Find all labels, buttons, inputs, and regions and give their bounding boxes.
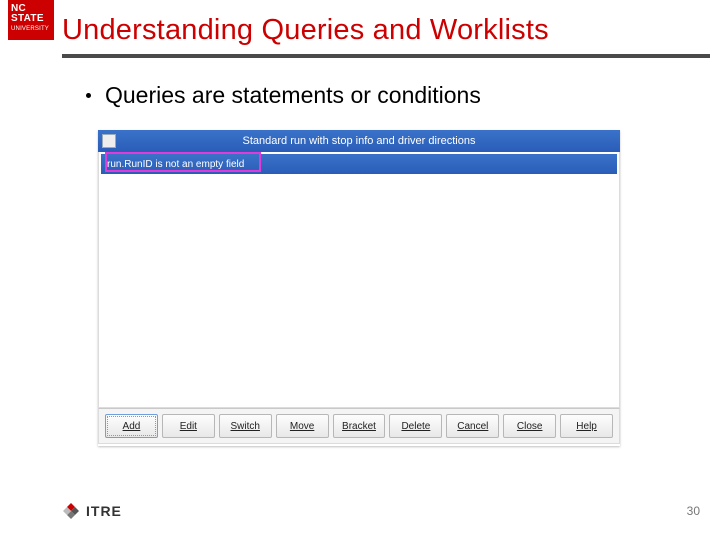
dialog-titlebar: Standard run with stop info and driver d… [98,130,620,152]
itre-text: ITRE [86,503,122,519]
ncstate-logo: NC STATE UNIVERSITY [8,0,54,40]
title-divider [62,54,710,58]
dialog-body: run.RunID is not an empty field [98,152,620,408]
itre-mark-icon [62,502,80,520]
slide-title: Understanding Queries and Worklists [62,14,549,47]
query-condition-row[interactable]: run.RunID is not an empty field [101,154,617,174]
window-icon [102,134,116,148]
itre-logo: ITRE [62,502,122,520]
switch-button[interactable]: Switch [219,414,272,438]
add-button[interactable]: Add [105,414,158,438]
ncstate-line2: UNIVERSITY [11,26,51,32]
query-condition-text: run.RunID is not an empty field [107,159,244,170]
bullet-item: Queries are statements or conditions [86,82,481,109]
move-button[interactable]: Move [276,414,329,438]
bullet-icon [86,93,91,98]
delete-button[interactable]: Delete [389,414,442,438]
page-number: 30 [687,504,700,518]
ncstate-line1: NC STATE [11,4,51,24]
close-button[interactable]: Close [503,414,556,438]
bullet-text: Queries are statements or conditions [105,82,481,109]
cancel-button[interactable]: Cancel [446,414,499,438]
query-dialog: Standard run with stop info and driver d… [98,130,620,446]
edit-button[interactable]: Edit [162,414,215,438]
bracket-button[interactable]: Bracket [333,414,386,438]
dialog-button-row: Add Edit Switch Move Bracket Delete Canc… [98,408,620,444]
dialog-title: Standard run with stop info and driver d… [243,135,476,147]
help-button[interactable]: Help [560,414,613,438]
